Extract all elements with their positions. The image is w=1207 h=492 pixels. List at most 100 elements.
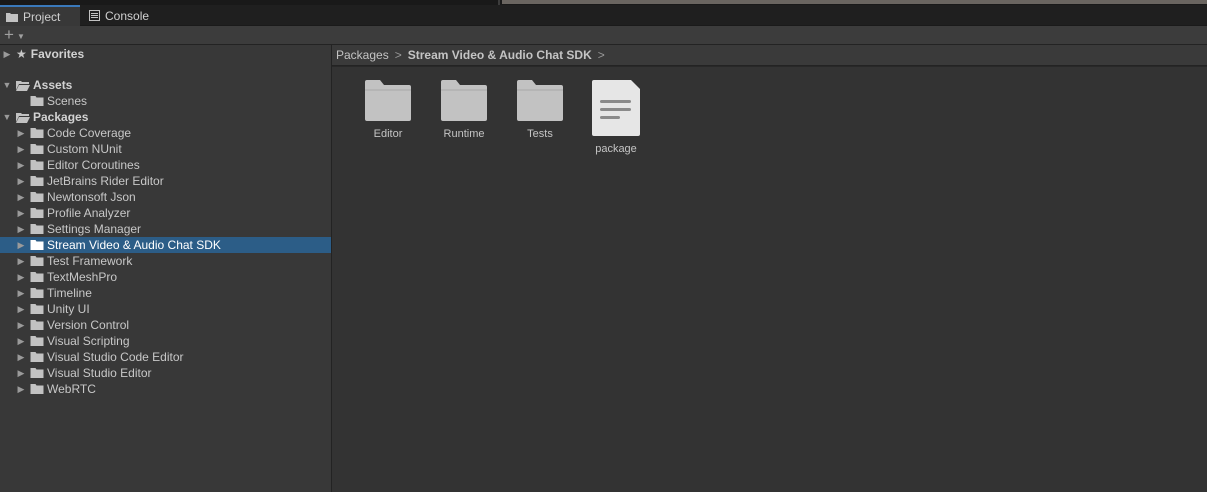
chevron-right-icon: >: [597, 48, 605, 62]
tree-item-label: Stream Video & Audio Chat SDK: [47, 238, 221, 252]
folder-icon: [30, 160, 44, 170]
tree-item-package[interactable]: ▶ Visual Scripting: [0, 333, 331, 349]
tree-item-package[interactable]: ▶ Unity UI: [0, 301, 331, 317]
collapse-arrow-icon[interactable]: ▼: [2, 112, 12, 122]
tree-item-label: Settings Manager: [47, 222, 142, 236]
tree-item-packages[interactable]: ▼ Packages: [0, 109, 331, 125]
tree-item-label: TextMeshPro: [47, 270, 118, 284]
folder-icon: [30, 320, 44, 330]
scene-view-edge: [502, 0, 1207, 4]
folder-icon: [30, 208, 44, 218]
tab-project[interactable]: Project: [0, 5, 80, 26]
tree-item-package[interactable]: ▶ WebRTC: [0, 381, 331, 397]
tree-item-label: Unity UI: [47, 302, 90, 316]
expand-arrow-icon[interactable]: ▶: [16, 240, 26, 251]
window-tab-bar: Project Console: [0, 5, 1207, 26]
tree-item-label: Test Framework: [47, 254, 133, 268]
asset-item-tests[interactable]: Tests: [502, 80, 578, 155]
tree-item-assets[interactable]: ▼ Assets: [0, 77, 331, 93]
asset-label: package: [595, 143, 637, 155]
folder-icon: [30, 384, 44, 394]
tree-item-package[interactable]: ▶ Newtonsoft Json: [0, 189, 331, 205]
folder-open-icon: [16, 112, 30, 123]
tab-project-label: Project: [23, 9, 61, 24]
expand-arrow-icon[interactable]: ▶: [16, 320, 26, 331]
tree-item-package[interactable]: ▶ Visual Studio Editor: [0, 365, 331, 381]
folder-icon: [30, 288, 44, 298]
expand-arrow-icon[interactable]: ▶: [2, 49, 12, 60]
tree-item-package[interactable]: ▶ Code Coverage: [0, 125, 331, 141]
expand-arrow-icon[interactable]: ▶: [16, 176, 26, 187]
asset-label: Tests: [527, 128, 553, 140]
tree-item-package[interactable]: ▶ JetBrains Rider Editor: [0, 173, 331, 189]
tree-item-package[interactable]: ▶ Settings Manager: [0, 221, 331, 237]
plus-icon: +: [4, 25, 14, 44]
folder-icon: [30, 144, 44, 154]
asset-item-runtime[interactable]: Runtime: [426, 80, 502, 155]
folder-icon: [517, 80, 563, 121]
tree-item-label: Version Control: [47, 318, 130, 332]
folder-icon: [30, 128, 44, 138]
folder-icon: [441, 80, 487, 121]
tree-item-favorites[interactable]: ▶ ★ Favorites: [0, 46, 331, 62]
tree-item-label: Scenes: [47, 94, 88, 108]
tree-item-label: Visual Scripting: [47, 334, 130, 348]
star-icon: ★: [16, 47, 27, 61]
expand-arrow-icon[interactable]: ▶: [16, 128, 26, 139]
tab-console[interactable]: Console: [83, 5, 163, 26]
folder-icon: [30, 192, 44, 202]
folder-icon: [30, 304, 44, 314]
expand-arrow-icon[interactable]: ▶: [16, 208, 26, 219]
tree-item-package[interactable]: ▶ Version Control: [0, 317, 331, 333]
tree-item-package[interactable]: ▶ Timeline: [0, 285, 331, 301]
tree-item-package[interactable]: ▶ TextMeshPro: [0, 269, 331, 285]
console-icon: [89, 10, 100, 21]
folder-icon: [30, 336, 44, 346]
expand-arrow-icon[interactable]: ▶: [16, 272, 26, 283]
asset-label: Editor: [373, 128, 403, 140]
expand-arrow-icon[interactable]: ▶: [16, 288, 26, 299]
expand-arrow-icon[interactable]: ▶: [16, 192, 26, 203]
breadcrumb-item[interactable]: Packages: [336, 48, 389, 62]
expand-arrow-icon[interactable]: ▶: [16, 144, 26, 155]
chevron-down-icon: ▼: [16, 32, 25, 41]
expand-arrow-icon[interactable]: ▶: [16, 368, 26, 379]
expand-arrow-icon[interactable]: ▶: [16, 304, 26, 315]
folder-icon: [30, 272, 44, 282]
breadcrumb-item[interactable]: Stream Video & Audio Chat SDK: [408, 48, 592, 62]
expand-arrow-icon[interactable]: ▶: [16, 352, 26, 363]
breadcrumb: Packages > Stream Video & Audio Chat SDK…: [332, 45, 1207, 66]
project-toolbar: + ▼: [0, 25, 1207, 45]
tree-item-label: Newtonsoft Json: [47, 190, 136, 204]
chevron-right-icon: >: [394, 48, 402, 62]
tree-item-scenes[interactable]: Scenes: [0, 93, 331, 109]
expand-arrow-icon[interactable]: ▶: [16, 384, 26, 395]
folder-icon: [30, 176, 44, 186]
folder-icon: [30, 240, 44, 250]
tree-item-label: Favorites: [30, 47, 85, 61]
folder-open-icon: [16, 80, 30, 91]
tree-item-label: Assets: [33, 78, 73, 92]
tree-item-label: Code Coverage: [47, 126, 132, 140]
tree-item-package[interactable]: ▶ Visual Studio Code Editor: [0, 349, 331, 365]
asset-item-package[interactable]: package: [578, 80, 654, 155]
expand-arrow-icon[interactable]: ▶: [16, 160, 26, 171]
asset-item-editor[interactable]: Editor: [350, 80, 426, 155]
expand-arrow-icon[interactable]: ▶: [16, 224, 26, 235]
create-button[interactable]: + ▼: [4, 25, 32, 44]
document-icon: [592, 80, 640, 136]
tree-item-label: Visual Studio Code Editor: [47, 350, 184, 364]
folder-icon: [30, 224, 44, 234]
tree-item-package[interactable]: ▶ Editor Coroutines: [0, 157, 331, 173]
tree-item-label: Profile Analyzer: [47, 206, 131, 220]
expand-arrow-icon[interactable]: ▶: [16, 336, 26, 347]
folder-icon: [30, 352, 44, 362]
tree-item-package[interactable]: ▶ Profile Analyzer: [0, 205, 331, 221]
tree-item-package[interactable]: ▶ Stream Video & Audio Chat SDK: [0, 237, 331, 253]
expand-arrow-icon[interactable]: ▶: [16, 256, 26, 267]
tree-item-label: Packages: [33, 110, 89, 124]
tree-item-package[interactable]: ▶ Custom NUnit: [0, 141, 331, 157]
folder-icon: [30, 256, 44, 266]
collapse-arrow-icon[interactable]: ▼: [2, 80, 12, 90]
tree-item-package[interactable]: ▶ Test Framework: [0, 253, 331, 269]
